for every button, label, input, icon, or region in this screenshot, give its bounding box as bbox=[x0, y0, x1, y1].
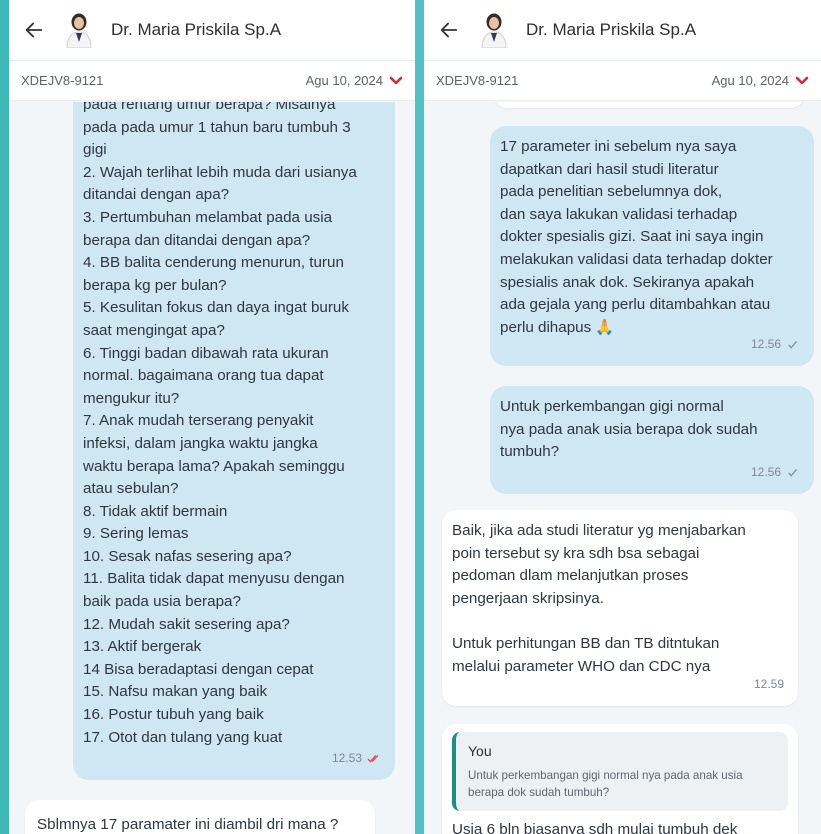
message-line: pada rentang umur berapa? Misalnya bbox=[83, 102, 336, 113]
incoming-reply-message-bubble[interactable]: You Untuk perkembangan gigi normal nya p… bbox=[442, 724, 798, 834]
message-text: Sblmnya 17 paramater ini diambil dri man… bbox=[37, 816, 339, 833]
message-line: gigi bbox=[83, 141, 107, 159]
message-line: 17. Otot dan tulang yang kuat bbox=[83, 728, 283, 746]
message-line: poin tersebut sy kra sdh bsa sebagai bbox=[452, 544, 700, 562]
quoted-message[interactable]: You Untuk perkembangan gigi normal nya p… bbox=[452, 732, 788, 811]
chevron-down-icon[interactable] bbox=[389, 76, 403, 86]
consultation-date: Agu 10, 2024 bbox=[711, 73, 789, 88]
consultation-info-bar: XDEJV8-9121 Agu 10, 2024 bbox=[424, 61, 821, 101]
message-line: berapa dok sudah tumbuh? bbox=[468, 785, 610, 799]
message-line: 8. Tidak aktif bermain bbox=[83, 502, 228, 520]
read-double-check-icon bbox=[367, 755, 379, 763]
message-line: 15. Nafsu makan yang baik bbox=[83, 683, 268, 701]
message-line: spesialis anak dok. Sekiranya apakah bbox=[500, 273, 755, 291]
chat-panel-left: Dr. Maria Priskila Sp.A XDEJV8-9121 Agu … bbox=[9, 0, 415, 834]
message-time: 12.59 bbox=[753, 677, 784, 692]
message-line: Untuk perkembangan gigi normal nya pada … bbox=[468, 768, 743, 782]
message-text: Untuk perkembangan gigi normal nya pada a… bbox=[500, 396, 804, 464]
message-line: nya pada anak usia berapa dok sudah bbox=[500, 420, 758, 438]
chevron-down-icon[interactable] bbox=[795, 76, 809, 86]
message-line: 4. BB balita cenderung menurun, turun bbox=[83, 254, 344, 272]
message-line: 10. Sesak nafas sesering apa? bbox=[83, 547, 292, 565]
quoted-text: Untuk perkembangan gigi normal nya pada … bbox=[468, 767, 776, 801]
incoming-message-bubble[interactable]: Sblmnya 17 paramater ini diambil dri man… bbox=[25, 800, 375, 834]
message-line: mengukur itu? bbox=[83, 389, 180, 407]
message-line: 13. Aktif bergerak bbox=[83, 638, 202, 656]
message-line: 12. Mudah sakit sesering apa? bbox=[83, 615, 290, 633]
message-line: dokter spesialis gizi. Saat ini saya ing… bbox=[500, 228, 764, 246]
outgoing-message-bubble[interactable]: Untuk perkembangan gigi normal nya pada a… bbox=[490, 386, 814, 494]
message-line: 5. Kesulitan fokus dan daya ingat buruk bbox=[83, 299, 349, 317]
message-line: saat mengingat apa? bbox=[83, 321, 225, 339]
message-meta: 12.53 bbox=[332, 747, 381, 770]
message-list: 17 parameter ini sebelum nya saya dapatka… bbox=[424, 102, 821, 834]
message-time: 12.53 bbox=[331, 751, 362, 766]
quoted-sender: You bbox=[468, 743, 492, 759]
date-dropdown[interactable]: Agu 10, 2024 bbox=[306, 73, 403, 88]
chat-header: Dr. Maria Priskila Sp.A bbox=[424, 0, 821, 61]
message-meta: 12.59 bbox=[754, 673, 784, 696]
message-line: berapa dan ditandai dengan apa? bbox=[83, 231, 311, 249]
date-dropdown[interactable]: Agu 10, 2024 bbox=[712, 73, 809, 88]
doctor-name: Dr. Maria Priskila Sp.A bbox=[526, 20, 697, 39]
message-line: 3. Pertumbuhan melambat pada usia bbox=[83, 208, 333, 226]
message-line: waktu berapa lama? Apakah seminggu bbox=[83, 457, 345, 475]
message-line: ditandai dengan apa? bbox=[83, 186, 230, 204]
message-text: Baik, jika ada studi literatur yg menjab… bbox=[452, 520, 788, 678]
message-line: 2. Wajah terlihat lebih muda dari usiany… bbox=[83, 163, 357, 181]
message-line: 7. Anak mudah terserang penyakit bbox=[83, 412, 314, 430]
message-line: berapa kg per bulan? bbox=[83, 276, 227, 294]
message-line: tumbuh? bbox=[500, 443, 560, 461]
message-time: 12.56 bbox=[750, 337, 781, 352]
message-text: pada rentang umur berapa? Misalnya pada p… bbox=[83, 102, 385, 749]
sent-check-icon bbox=[788, 341, 797, 349]
message-meta: 12.56 bbox=[751, 461, 800, 484]
message-line: normal. bagaimana orang tua dapat bbox=[83, 367, 324, 385]
sent-check-icon bbox=[788, 469, 797, 477]
message-line: 17 parameter ini sebelum nya saya bbox=[500, 138, 737, 155]
message-line: Untuk perhitungan BB dan TB ditntukan bbox=[452, 634, 720, 652]
message-line: atau sebulan? bbox=[83, 480, 179, 498]
message-line: pada pada umur 1 tahun baru tumbuh 3 bbox=[83, 118, 351, 136]
message-line: melakukan validasi data terhadap dokter bbox=[500, 250, 773, 268]
message-line: 14 Bisa beradaptasi dengan cepat bbox=[83, 660, 314, 678]
message-line: dan saya lakukan validasi terhadap bbox=[500, 205, 738, 223]
back-arrow-icon[interactable] bbox=[21, 17, 47, 43]
message-text: Usia 6 bln biasanya sdh mulai tumbuh dek bbox=[452, 820, 738, 834]
order-id: XDEJV8-9121 bbox=[21, 73, 104, 88]
message-line: dapatkan dari hasil studi literatur bbox=[500, 160, 719, 178]
message-line: 9. Sering lemas bbox=[83, 525, 189, 543]
doctor-avatar[interactable] bbox=[478, 12, 510, 48]
message-line: ada gejala yang perlu ditambahkan atau bbox=[500, 296, 771, 314]
doctor-name: Dr. Maria Priskila Sp.A bbox=[111, 20, 282, 39]
message-time: 12.56 bbox=[750, 465, 781, 480]
incoming-message-bubble[interactable]: Baik, jika ada studi literatur yg menjab… bbox=[442, 510, 798, 706]
message-line: pada penelitian sebelumnya dok, bbox=[500, 183, 723, 201]
message-line: 11. Balita tidak dapat menyusu dengan bbox=[83, 570, 345, 588]
chat-panel-right: Dr. Maria Priskila Sp.A XDEJV8-9121 Agu … bbox=[424, 0, 821, 834]
message-line: 16. Postur tubuh yang baik bbox=[83, 706, 264, 724]
consultation-date: Agu 10, 2024 bbox=[305, 73, 383, 88]
order-id: XDEJV8-9121 bbox=[436, 73, 519, 88]
message-line: 6. Tinggi badan dibawah rata ukuran bbox=[83, 344, 329, 362]
message-line: pengerjaan skripsinya. bbox=[452, 589, 604, 607]
message-line: infeksi, dalam jangka waktu jangka bbox=[83, 434, 318, 452]
message-meta: 12.56 bbox=[751, 333, 800, 356]
message-line: Baik, jika ada studi literatur yg menjab… bbox=[452, 522, 746, 539]
outgoing-message-bubble[interactable]: pada rentang umur berapa? Misalnya pada p… bbox=[73, 102, 395, 780]
message-text: 17 parameter ini sebelum nya saya dapatka… bbox=[500, 136, 804, 339]
incoming-message-bubble bbox=[494, 102, 804, 108]
doctor-avatar[interactable] bbox=[63, 12, 95, 48]
message-line: baik pada usia berapa? bbox=[83, 593, 241, 611]
back-arrow-icon[interactable] bbox=[436, 17, 462, 43]
message-line: pedoman dlam melanjutkan proses bbox=[452, 567, 689, 585]
outgoing-message-bubble[interactable]: 17 parameter ini sebelum nya saya dapatka… bbox=[490, 126, 814, 366]
chat-header: Dr. Maria Priskila Sp.A bbox=[9, 0, 415, 61]
message-line bbox=[452, 610, 788, 633]
message-line: melalui parameter WHO dan CDC nya bbox=[452, 657, 711, 675]
message-list: pada rentang umur berapa? Misalnya pada p… bbox=[9, 102, 415, 834]
message-line: Untuk perkembangan gigi normal bbox=[500, 398, 724, 415]
consultation-info-bar: XDEJV8-9121 Agu 10, 2024 bbox=[9, 61, 415, 101]
